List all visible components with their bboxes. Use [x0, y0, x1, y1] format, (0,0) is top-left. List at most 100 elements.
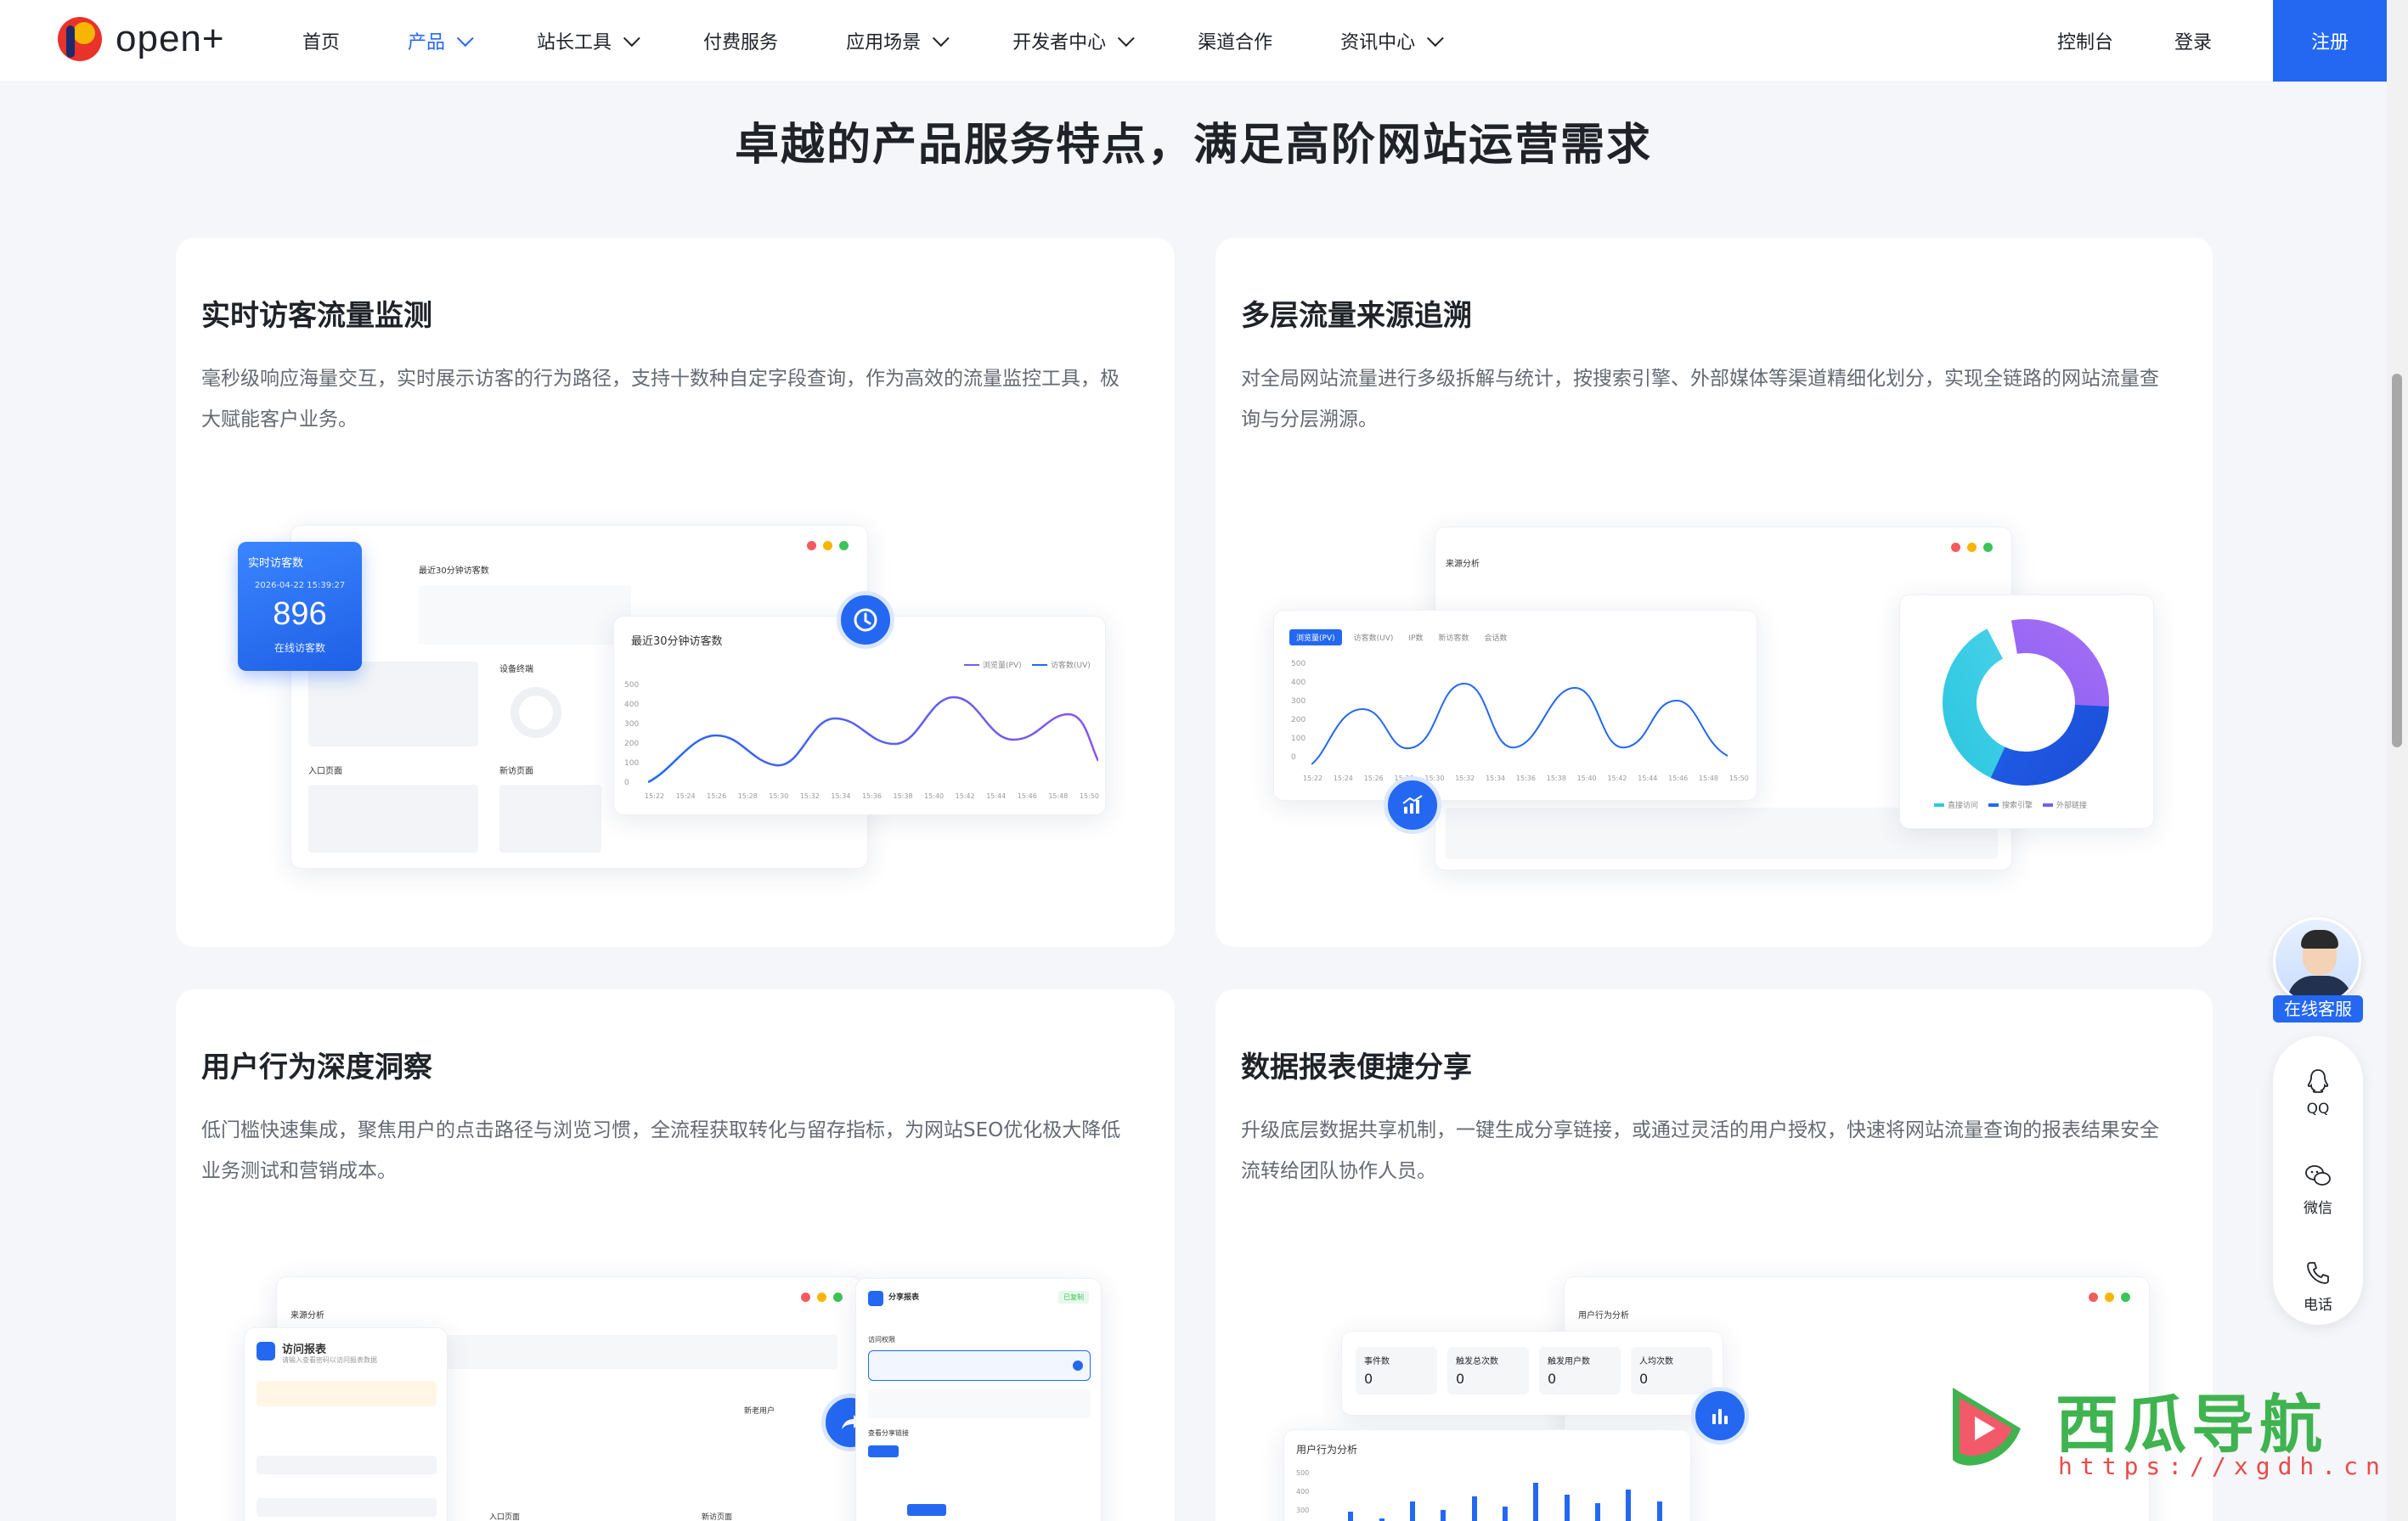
behavior-chart-window: 用户行为分析 500 400 300	[1283, 1429, 1691, 1521]
bar	[1471, 1496, 1477, 1521]
card-title: 用户行为深度洞察	[201, 1051, 432, 1084]
analytics-icon	[1384, 776, 1441, 834]
tab-uv[interactable]: 访客数(UV)	[1349, 629, 1399, 645]
y-tick: 100	[1291, 735, 1306, 743]
card-description: 升级底层数据共享机制，一键生成分享链接，或通过灵活的用户授权，快速将网站流量查询…	[1241, 1119, 2159, 1182]
nav-item-paid-services[interactable]: 付费服务	[703, 27, 778, 54]
x-axis-labels: 15:22 15:24 15:26 15:28 15:30 15:32 15:3…	[1303, 775, 1749, 782]
wechat-button[interactable]: 微信	[2273, 1162, 2363, 1217]
realtime-visitor-card: 实时访客数 2026-04-22 15:39:27 896 在线访客数	[238, 542, 362, 671]
permission-option-selected[interactable]	[868, 1350, 1091, 1381]
x-tick: 15:26	[1363, 775, 1384, 782]
realtime-value: 896	[273, 596, 327, 632]
nav-item-label: 首页	[302, 32, 341, 54]
realtime-timestamp: 2026-04-22 15:39:27	[255, 581, 346, 590]
x-tick: 15:46	[1017, 792, 1037, 800]
x-tick: 15:38	[893, 792, 913, 800]
tab-new-visitors[interactable]: 新访客数	[1433, 629, 1474, 645]
bar	[1441, 1510, 1446, 1521]
password-input[interactable]	[257, 1498, 437, 1517]
new-page-label: 新访页面	[499, 767, 533, 776]
chevron-down-icon	[1427, 30, 1444, 48]
permission-option[interactable]	[868, 1389, 1091, 1418]
access-report-dialog: 访问报表 请输入查看密码以访问报表数据	[244, 1327, 448, 1521]
confirm-button[interactable]	[907, 1504, 946, 1516]
window-controls	[2082, 1293, 2130, 1302]
close-dot-icon	[1951, 543, 1960, 552]
stat-card: 触发用户数 0	[1539, 1347, 1621, 1394]
nav-item-home[interactable]: 首页	[302, 27, 340, 54]
entry-label: 入口页面	[489, 1513, 521, 1521]
share-report-icon	[868, 1291, 883, 1306]
visitor-line	[648, 696, 1098, 784]
y-tick: 300	[1296, 1507, 1310, 1514]
visitor-line-chart	[648, 696, 1098, 784]
password-input[interactable]	[257, 1456, 437, 1474]
card-title: 多层流量来源追溯	[1241, 299, 1472, 333]
legend-pv: 浏览量(PV)	[983, 662, 1022, 670]
tab-ip[interactable]: IP数	[1403, 629, 1428, 645]
bar-chart-icon	[1691, 1387, 1749, 1445]
feature-card-user-behavior: 用户行为深度洞察 低门槛快速集成，聚焦用户的点击路径与浏览习惯，全流程获取转化与…	[176, 989, 1175, 1521]
legend-direct: 直接访问	[1948, 802, 1979, 810]
bar	[1533, 1483, 1539, 1521]
card-title: 数据报表便捷分享	[1241, 1051, 1472, 1084]
y-axis-labels: 500 400 300	[1296, 1464, 1309, 1520]
access-permission-label: 访问权限	[868, 1336, 895, 1344]
tab-sessions[interactable]: 会话数	[1480, 629, 1513, 645]
x-tick: 15:44	[1638, 775, 1658, 782]
avatar-hair	[2301, 930, 2338, 949]
nav-item-news[interactable]: 资讯中心	[1340, 27, 1444, 54]
stat-value: 0	[1364, 1371, 1373, 1387]
nav-item-channels[interactable]: 渠道合作	[1198, 27, 1272, 54]
nav-item-label: 产品	[408, 32, 446, 54]
report-icon	[257, 1342, 275, 1360]
phone-button[interactable]: 电话	[2273, 1259, 2363, 1314]
phone-icon	[2307, 1262, 2329, 1284]
logo-icon	[58, 17, 102, 61]
qq-label: QQ	[2306, 1101, 2330, 1118]
brand-logo[interactable]: open+	[58, 17, 225, 61]
y-tick: 300	[1291, 697, 1306, 706]
report-subtitle: 请输入查看密码以访问报表数据	[282, 1356, 377, 1364]
maximize-dot-icon	[833, 1293, 843, 1302]
placeholder-table	[308, 785, 478, 853]
legend-external: 外部链接	[2056, 802, 2088, 810]
feature-card-realtime: 实时访客流量监测 毫秒级响应海量交互，实时展示访客的行为路径，支持十数种自定字段…	[176, 238, 1175, 947]
login-link[interactable]: 登录	[2174, 27, 2212, 54]
x-tick: 15:22	[645, 792, 665, 800]
donut-legend: 直接访问 搜索引擎 外部链接	[1934, 799, 2087, 810]
online-service-label: 在线客服	[2273, 995, 2363, 1022]
page-scrollbar[interactable]	[2387, 0, 2408, 1521]
copy-link-button[interactable]	[868, 1445, 899, 1457]
scrollbar-thumb[interactable]	[2392, 374, 2402, 747]
y-tick: 200	[1291, 716, 1306, 724]
chart-title: 用户行为分析	[1296, 1444, 1358, 1456]
console-link[interactable]: 控制台	[2057, 27, 2113, 54]
qq-button[interactable]: QQ	[2273, 1067, 2363, 1118]
placeholder-block	[308, 662, 478, 746]
nav-item-webmaster-tools[interactable]: 站长工具	[537, 27, 640, 54]
legend-swatch	[1988, 803, 1999, 807]
x-tick: 15:40	[1576, 775, 1597, 782]
device-donut	[510, 687, 561, 738]
x-tick: 15:48	[1698, 775, 1719, 782]
nav-item-developer[interactable]: 开发者中心	[1012, 27, 1135, 54]
x-tick: 15:50	[1079, 792, 1099, 800]
register-button[interactable]: 注册	[2273, 0, 2387, 82]
x-tick: 15:36	[1515, 775, 1536, 782]
bar	[1626, 1490, 1632, 1521]
x-tick: 15:24	[1333, 775, 1353, 782]
online-service-widget[interactable]: 在线客服	[2273, 917, 2363, 1024]
source-line	[1311, 682, 1728, 765]
new-page-label: 新访页面	[702, 1513, 733, 1521]
clock-icon	[837, 591, 894, 649]
nav-item-products[interactable]: 产品	[408, 27, 474, 54]
nav-item-scenarios[interactable]: 应用场景	[846, 27, 950, 54]
close-dot-icon	[2089, 1293, 2098, 1302]
x-tick: 15:26	[707, 792, 727, 800]
share-title: 分享报表	[888, 1293, 920, 1302]
stat-label: 触发用户数	[1548, 1357, 1590, 1366]
tab-pv[interactable]: 浏览量(PV)	[1289, 629, 1342, 645]
close-dot-icon	[801, 1293, 810, 1302]
